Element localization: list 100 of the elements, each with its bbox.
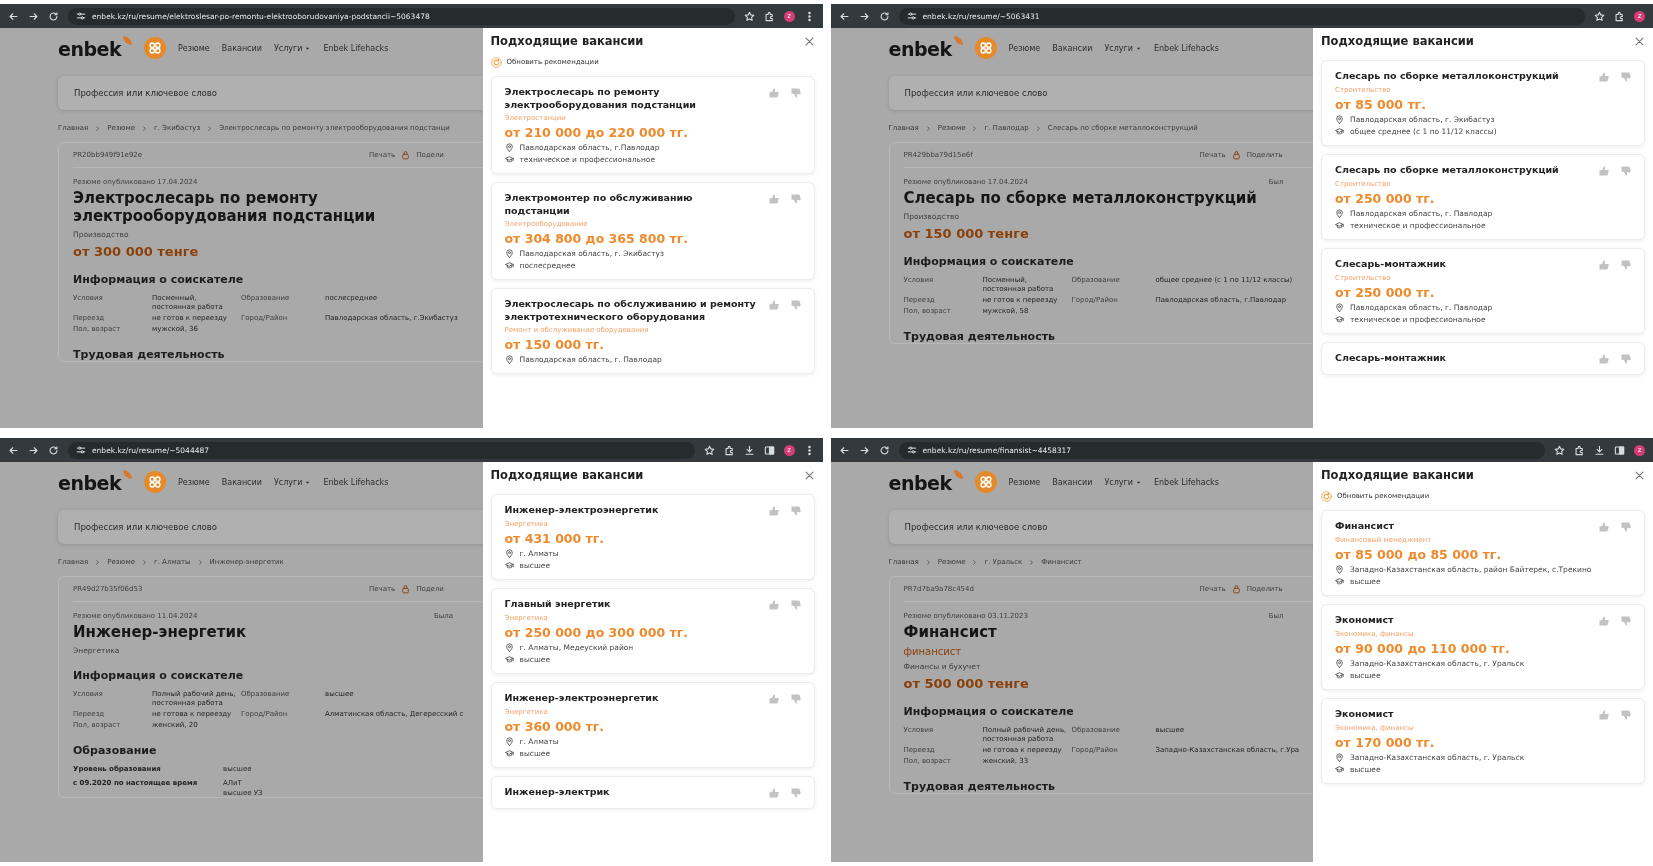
site-logo[interactable]: enbek xyxy=(58,468,133,496)
side-panel-icon[interactable] xyxy=(1614,444,1625,456)
nav-link[interactable]: Вакансии xyxy=(221,477,262,487)
thumbs-down-icon[interactable] xyxy=(1620,259,1632,271)
thumbs-up-icon[interactable] xyxy=(767,299,780,311)
thumbs-up-icon[interactable] xyxy=(1598,521,1610,533)
reload-icon[interactable] xyxy=(878,444,890,456)
vacancy-title[interactable]: Экономист xyxy=(1335,614,1590,627)
apps-icon[interactable] xyxy=(974,471,997,493)
thumbs-up-icon[interactable] xyxy=(1598,709,1610,721)
nav-link[interactable]: Услуги xyxy=(273,43,312,53)
reload-icon[interactable] xyxy=(48,444,59,456)
search-field[interactable]: Профессия или ключевое слово xyxy=(888,510,1313,544)
vacancy-card[interactable]: Инженер-электрик xyxy=(490,776,815,809)
thumbs-down-icon[interactable] xyxy=(1620,71,1632,83)
puzzle-icon[interactable] xyxy=(1574,444,1585,456)
thumbs-up-icon[interactable] xyxy=(767,193,780,205)
back-icon[interactable] xyxy=(8,444,19,456)
nav-link[interactable]: Резюме xyxy=(1008,43,1041,53)
reload-icon[interactable] xyxy=(878,10,890,22)
puzzle-icon[interactable] xyxy=(763,10,775,22)
thumbs-up-icon[interactable] xyxy=(1598,165,1610,177)
close-icon[interactable] xyxy=(803,35,815,47)
reload-icon[interactable] xyxy=(48,10,59,22)
site-logo[interactable]: enbek xyxy=(888,468,963,496)
thumbs-down-icon[interactable] xyxy=(789,299,802,311)
apps-icon[interactable] xyxy=(974,37,997,59)
nav-link[interactable]: Резюме xyxy=(1008,477,1041,487)
nav-link[interactable]: Резюме xyxy=(178,43,210,53)
site-settings-icon[interactable] xyxy=(76,445,86,455)
vacancy-title[interactable]: Финансист xyxy=(1335,520,1590,533)
thumbs-down-icon[interactable] xyxy=(789,599,802,611)
thumbs-down-icon[interactable] xyxy=(1620,521,1632,533)
vacancy-title[interactable]: Слесарь-монтажник xyxy=(1335,258,1590,271)
star-icon[interactable] xyxy=(1554,444,1565,456)
side-panel-icon[interactable] xyxy=(763,444,775,456)
back-icon[interactable] xyxy=(838,10,850,22)
close-icon[interactable] xyxy=(1634,35,1645,47)
forward-icon[interactable] xyxy=(28,444,39,456)
vacancy-title[interactable]: Слесарь по сборке металлоконструкций xyxy=(1335,164,1590,177)
nav-link[interactable]: Enbek Lifehacks xyxy=(323,477,389,487)
forward-icon[interactable] xyxy=(858,444,870,456)
thumbs-down-icon[interactable] xyxy=(789,787,802,799)
vacancy-title[interactable]: Инженер-электроэнергетик xyxy=(504,504,760,517)
thumbs-up-icon[interactable] xyxy=(767,87,780,99)
thumbs-down-icon[interactable] xyxy=(789,505,802,517)
site-settings-icon[interactable] xyxy=(76,11,86,21)
search-field[interactable]: Профессия или ключевое слово xyxy=(888,76,1313,110)
nav-link[interactable]: Вакансии xyxy=(221,43,262,53)
nav-link[interactable]: Услуги xyxy=(1104,477,1142,487)
thumbs-up-icon[interactable] xyxy=(1598,615,1610,627)
vacancy-title[interactable]: Экономист xyxy=(1335,708,1590,721)
thumbs-up-icon[interactable] xyxy=(1598,259,1610,271)
back-icon[interactable] xyxy=(838,444,850,456)
puzzle-icon[interactable] xyxy=(1614,10,1625,22)
thumbs-up-icon[interactable] xyxy=(1598,71,1610,83)
forward-icon[interactable] xyxy=(28,10,39,22)
thumbs-up-icon[interactable] xyxy=(767,599,780,611)
star-icon[interactable] xyxy=(1594,10,1605,22)
apps-icon[interactable] xyxy=(144,471,167,493)
thumbs-down-icon[interactable] xyxy=(789,87,802,99)
vacancy-title[interactable]: Электрослесарь по ремонту электрооборудования подстанции xyxy=(504,86,760,111)
download-icon[interactable] xyxy=(743,444,755,456)
nav-link[interactable]: Enbek Lifehacks xyxy=(323,43,389,53)
close-icon[interactable] xyxy=(803,469,815,481)
search-field[interactable]: Профессия или ключевое слово xyxy=(58,510,483,544)
nav-link[interactable]: Услуги xyxy=(1104,43,1142,53)
nav-link[interactable]: Вакансии xyxy=(1052,43,1093,53)
site-logo[interactable]: enbek xyxy=(888,34,963,62)
search-field[interactable]: Профессия или ключевое слово xyxy=(58,76,483,110)
site-settings-icon[interactable] xyxy=(906,445,917,455)
site-logo[interactable]: enbek xyxy=(58,34,133,62)
nav-link[interactable]: Услуги xyxy=(273,477,312,487)
vacancy-title[interactable]: Слесарь по сборке металлоконструкций xyxy=(1335,70,1590,83)
apps-icon[interactable] xyxy=(144,37,167,59)
vacancy-card[interactable]: Слесарь-монтажник xyxy=(1321,342,1645,375)
nav-link[interactable]: Резюме xyxy=(178,477,210,487)
star-icon[interactable] xyxy=(703,444,715,456)
vacancy-title[interactable]: Инженер-электроэнергетик xyxy=(504,692,760,705)
thumbs-down-icon[interactable] xyxy=(1620,353,1632,365)
close-icon[interactable] xyxy=(1634,469,1645,481)
vacancy-title[interactable]: Слесарь-монтажник xyxy=(1335,352,1590,365)
star-icon[interactable] xyxy=(743,10,755,22)
thumbs-down-icon[interactable] xyxy=(1620,615,1632,627)
thumbs-down-icon[interactable] xyxy=(789,193,802,205)
thumbs-up-icon[interactable] xyxy=(767,787,780,799)
forward-icon[interactable] xyxy=(858,10,870,22)
nav-link[interactable]: Enbek Lifehacks xyxy=(1153,43,1219,53)
back-icon[interactable] xyxy=(8,10,19,22)
nav-link[interactable]: Вакансии xyxy=(1052,477,1093,487)
thumbs-up-icon[interactable] xyxy=(1598,353,1610,365)
puzzle-icon[interactable] xyxy=(723,444,735,456)
site-settings-icon[interactable] xyxy=(906,11,917,21)
thumbs-down-icon[interactable] xyxy=(1620,165,1632,177)
thumbs-up-icon[interactable] xyxy=(767,693,780,705)
thumbs-down-icon[interactable] xyxy=(1620,709,1632,721)
thumbs-down-icon[interactable] xyxy=(789,693,802,705)
vacancy-title[interactable]: Электрослесарь по обслуживанию и ремонту электротехнического оборудования xyxy=(504,298,760,323)
vacancy-title[interactable]: Инженер-электрик xyxy=(504,786,760,799)
download-icon[interactable] xyxy=(1594,444,1605,456)
